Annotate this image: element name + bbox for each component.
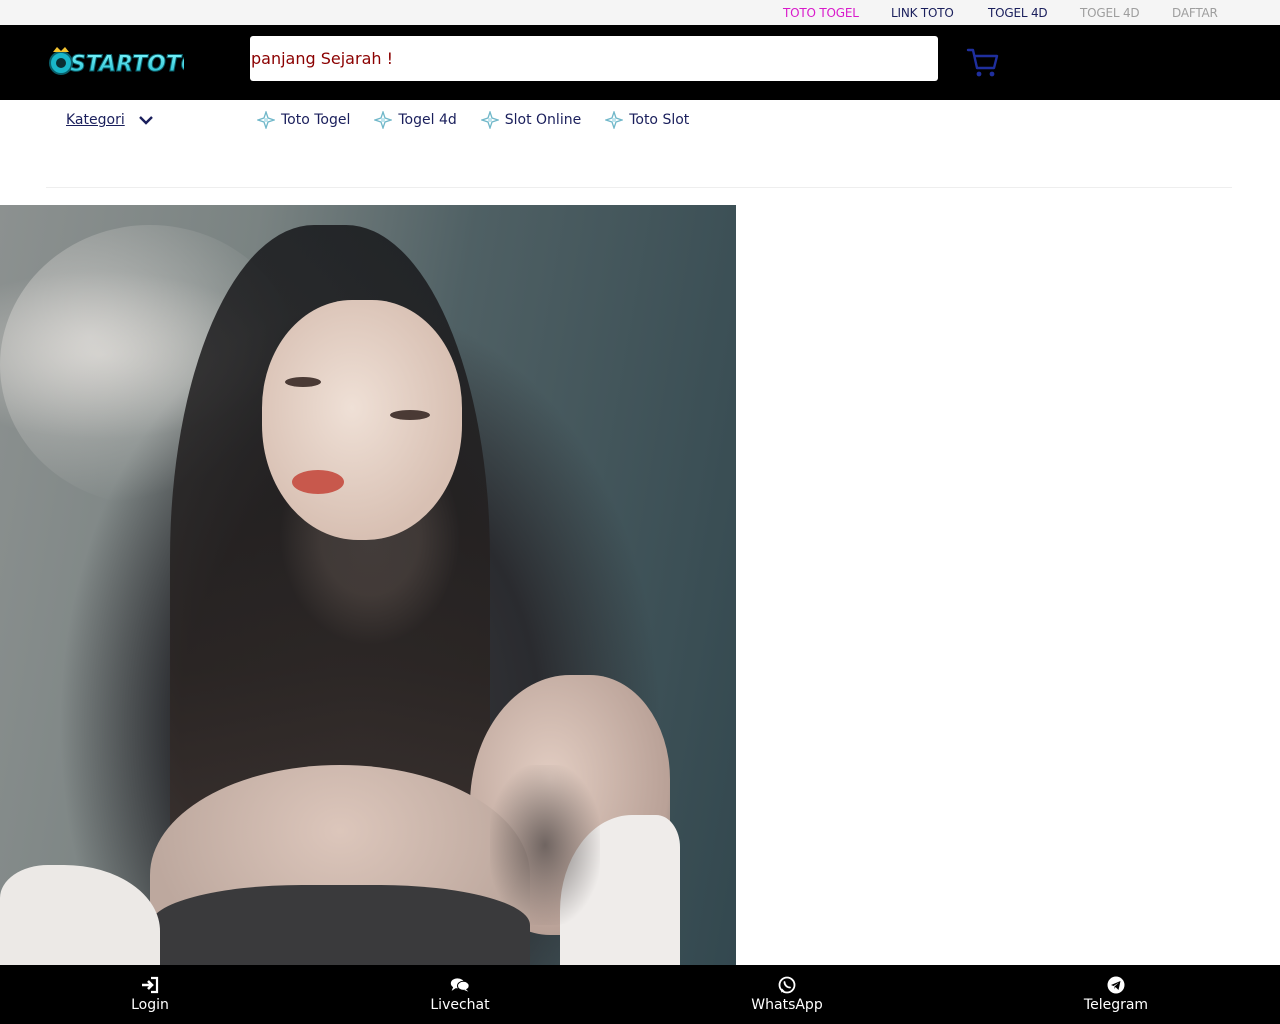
category-row: Kategori Toto Togel Togel 4d Slot Online… (0, 100, 1280, 188)
category-link-slot-online[interactable]: Slot Online (480, 111, 582, 129)
bottom-nav-label: Login (131, 997, 169, 1013)
telegram-icon (1107, 976, 1125, 994)
chevron-down-icon (138, 116, 153, 125)
hero-face (262, 300, 462, 540)
bottom-nav-label: Telegram (1083, 997, 1149, 1013)
login-icon (142, 976, 159, 994)
kategori-label: Kategori (66, 112, 125, 128)
svg-text:STARTOTO: STARTOTO (70, 52, 184, 77)
category-link-togel-4d[interactable]: Togel 4d (374, 111, 457, 129)
hero-tattoo (490, 765, 600, 925)
hero-eye-right (390, 410, 430, 420)
bottom-nav: Login Livechat WhatsApp Telegram (0, 965, 1280, 1024)
header: STARTOTO (0, 25, 1280, 100)
category-link-toto-togel[interactable]: Toto Togel (257, 111, 350, 129)
hero-shirt-left (0, 865, 160, 965)
search-input[interactable] (250, 36, 938, 81)
bottom-nav-livechat[interactable]: Livechat (415, 965, 505, 1024)
category-link-label: Slot Online (504, 112, 582, 128)
section-divider (46, 187, 1232, 188)
hero-eye-left (285, 377, 321, 387)
category-link-toto-slot[interactable]: Toto Slot (605, 111, 689, 129)
top-link-bar: TOTO TOGEL LINK TOTO TOGEL 4D TOGEL 4D D… (0, 0, 1280, 25)
hero-top (150, 885, 530, 965)
shopping-cart-icon[interactable] (966, 47, 1000, 79)
sparkle-icon (257, 111, 275, 129)
bottom-nav-label: WhatsApp (751, 997, 823, 1013)
whatsapp-icon (778, 976, 796, 994)
top-link-toto-togel[interactable]: TOTO TOGEL (783, 6, 859, 20)
category-link-label: Togel 4d (398, 112, 457, 128)
sparkle-icon (480, 111, 499, 129)
bottom-nav-telegram[interactable]: Telegram (1071, 965, 1161, 1024)
chat-icon (450, 978, 470, 992)
site-logo[interactable]: STARTOTO (48, 44, 184, 80)
sparkle-icon (374, 111, 393, 129)
top-link-daftar[interactable]: DAFTAR (1172, 6, 1218, 20)
top-link-link-toto[interactable]: LINK TOTO (891, 6, 954, 20)
bottom-nav-login[interactable]: Login (110, 965, 190, 1024)
hero-image (0, 205, 736, 965)
category-links: Toto Togel Togel 4d Slot Online Toto Slo… (257, 111, 713, 129)
hero-lips (292, 470, 344, 494)
kategori-dropdown[interactable]: Kategori (66, 112, 153, 128)
bottom-nav-label: Livechat (430, 997, 490, 1013)
top-link-togel-4d-secondary[interactable]: TOGEL 4D (1080, 6, 1140, 20)
bottom-nav-whatsapp[interactable]: WhatsApp (737, 965, 837, 1024)
top-link-togel-4d[interactable]: TOGEL 4D (988, 6, 1048, 20)
sparkle-icon (605, 111, 624, 129)
category-link-label: Toto Togel (281, 112, 351, 128)
category-link-label: Toto Slot (629, 112, 690, 128)
